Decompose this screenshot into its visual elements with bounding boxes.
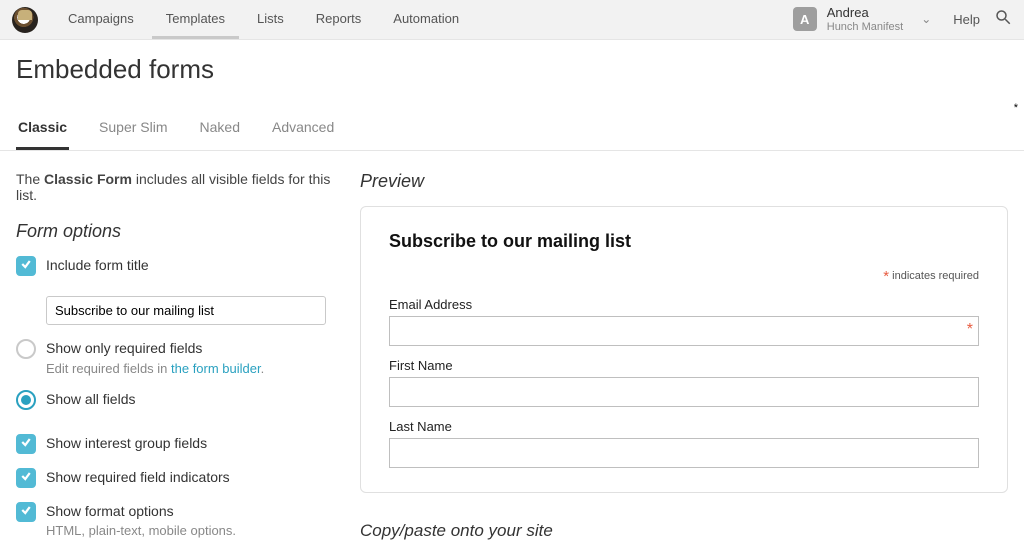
required-note: * indicates required: [389, 268, 979, 285]
checkbox-include-title[interactable]: [16, 256, 36, 276]
top-bar: Campaigns Templates Lists Reports Automa…: [0, 0, 1024, 40]
label-interest-groups: Show interest group fields: [46, 434, 207, 454]
checkbox-interest-groups[interactable]: [16, 434, 36, 454]
asterisk-icon: *: [883, 268, 889, 285]
form-options-heading: Form options: [16, 221, 336, 242]
asterisk-decoration: *: [1014, 102, 1018, 114]
brand-logo[interactable]: [12, 7, 38, 33]
page-title: Embedded forms: [0, 40, 1024, 109]
account-name: Andrea: [827, 6, 903, 20]
checkbox-required-indicators[interactable]: [16, 468, 36, 488]
nav-templates[interactable]: Templates: [152, 1, 239, 39]
tab-advanced[interactable]: Advanced: [270, 109, 336, 150]
account-org: Hunch Manifest: [827, 21, 903, 33]
sub-format-options: HTML, plain-text, mobile options.: [46, 523, 236, 538]
nav-campaigns[interactable]: Campaigns: [54, 1, 148, 39]
radio-show-all[interactable]: [16, 390, 36, 410]
label-include-title: Include form title: [46, 256, 149, 276]
tabs: Classic Super Slim Naked Advanced: [0, 109, 1024, 151]
nav-lists[interactable]: Lists: [243, 1, 298, 39]
left-panel: The Classic Form includes all visible fi…: [16, 171, 336, 552]
chevron-down-icon: ⌄: [921, 12, 931, 26]
label-last-name: Last Name: [389, 419, 979, 434]
form-title-input[interactable]: [46, 296, 326, 325]
nav-automation[interactable]: Automation: [379, 1, 473, 39]
help-link[interactable]: Help: [953, 12, 980, 27]
copy-heading: Copy/paste onto your site: [360, 521, 1008, 541]
radio-only-required[interactable]: [16, 339, 36, 359]
input-email[interactable]: [389, 316, 979, 346]
preview-title: Subscribe to our mailing list: [389, 231, 979, 252]
right-panel: Preview Subscribe to our mailing list * …: [360, 171, 1008, 552]
tab-classic[interactable]: Classic: [16, 109, 69, 150]
form-description: The Classic Form includes all visible fi…: [16, 171, 336, 203]
label-only-required: Show only required fields: [46, 339, 264, 359]
main-nav: Campaigns Templates Lists Reports Automa…: [54, 1, 473, 39]
nav-reports[interactable]: Reports: [302, 1, 376, 39]
label-show-all: Show all fields: [46, 390, 136, 410]
label-email: Email Address: [389, 297, 979, 312]
preview-heading: Preview: [360, 171, 1008, 192]
asterisk-icon: *: [967, 321, 973, 339]
input-first-name[interactable]: [389, 377, 979, 407]
account-menu[interactable]: A Andrea Hunch Manifest ⌄: [793, 6, 940, 32]
tab-super-slim[interactable]: Super Slim: [97, 109, 169, 150]
sub-only-required: Edit required fields in the form builder…: [46, 361, 264, 376]
preview-box: Subscribe to our mailing list * indicate…: [360, 206, 1008, 493]
label-first-name: First Name: [389, 358, 979, 373]
input-last-name[interactable]: [389, 438, 979, 468]
checkbox-format-options[interactable]: [16, 502, 36, 522]
label-format-options: Show format options: [46, 502, 236, 522]
tab-naked[interactable]: Naked: [198, 109, 242, 150]
search-icon[interactable]: [994, 8, 1012, 31]
label-required-indicators: Show required field indicators: [46, 468, 230, 488]
link-form-builder[interactable]: the form builder: [171, 361, 261, 376]
avatar: A: [793, 7, 817, 31]
